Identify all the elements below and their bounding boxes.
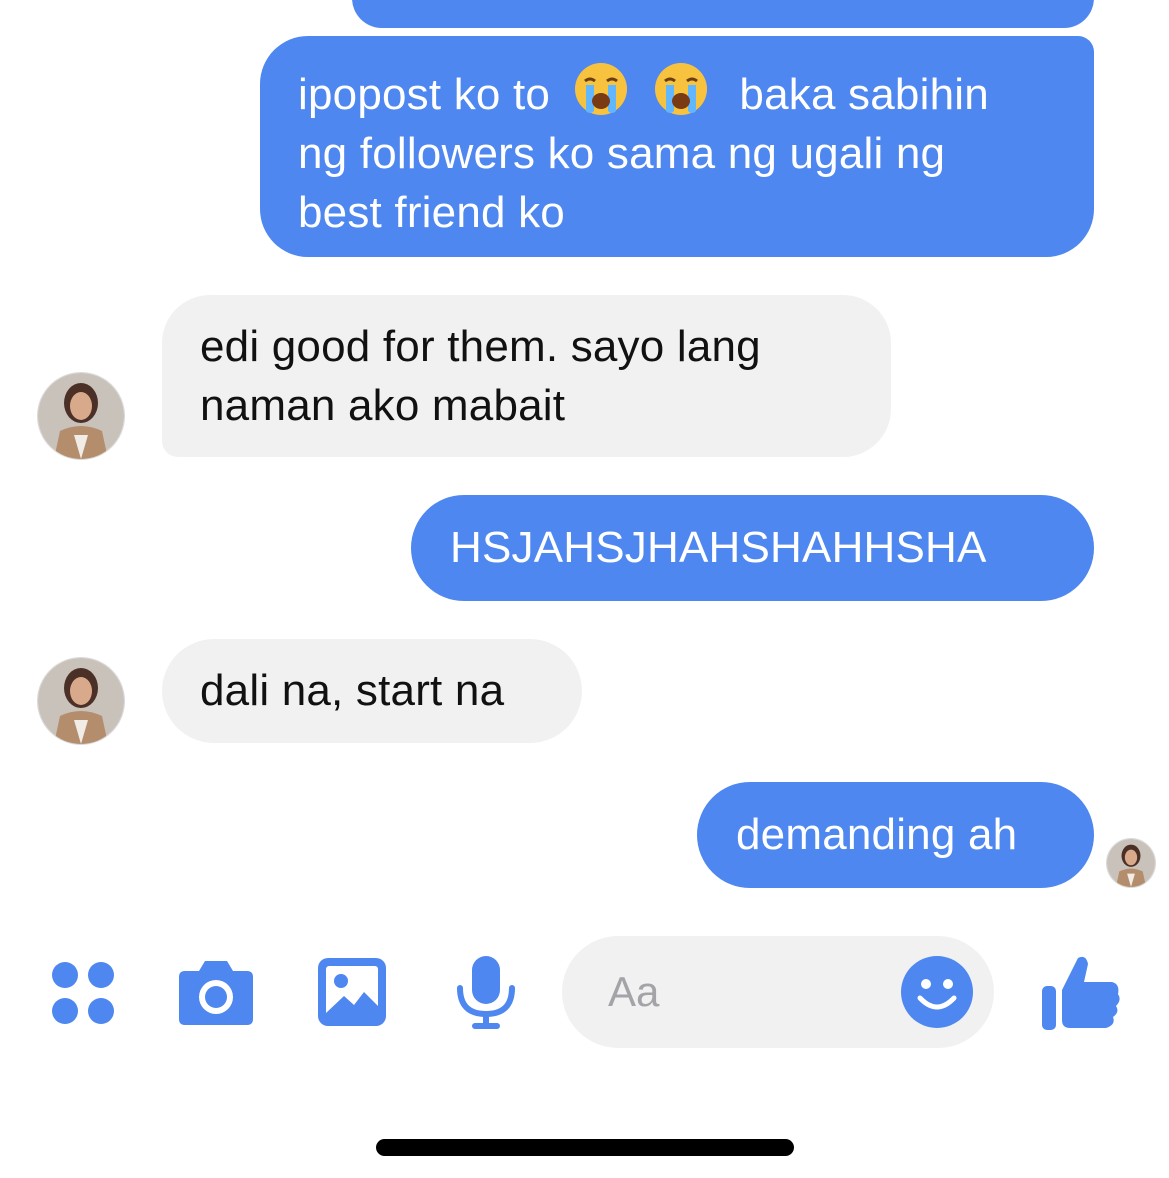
read-receipt-avatar xyxy=(1107,839,1155,887)
message-line: edi good for them. sayo lang xyxy=(200,322,761,371)
message-line: best friend ko xyxy=(298,188,565,237)
message-bubble-received[interactable]: edi good for them. sayo lang naman ako m… xyxy=(162,295,891,457)
camera-icon[interactable] xyxy=(177,957,255,1027)
message-text: demanding ah xyxy=(736,810,1018,859)
image-icon[interactable] xyxy=(318,958,386,1026)
message-line: ipopost ko to baka sabihin xyxy=(298,61,1056,124)
home-indicator[interactable] xyxy=(376,1139,794,1156)
message-text: dali na, start na xyxy=(200,666,505,715)
message-bubble-sent[interactable]: demanding ah xyxy=(697,782,1094,888)
friend-avatar[interactable] xyxy=(38,658,124,744)
message-text: HSJAHSJHAHSHAHHSHA xyxy=(450,523,987,572)
message-text: ipopost ko to xyxy=(298,70,551,119)
message-line: naman ako mabait xyxy=(200,381,566,430)
message-bubble-received[interactable]: dali na, start na xyxy=(162,639,582,743)
message-bubble-sent[interactable]: HSJAHSJHAHSHAHHSHA xyxy=(411,495,1094,601)
loudly-crying-face-icon xyxy=(653,61,709,117)
apps-icon[interactable] xyxy=(50,960,116,1026)
message-bubble-sent[interactable]: ipopost ko to baka sabihin ng followers … xyxy=(260,36,1094,257)
message-text: baka sabihin xyxy=(739,70,989,119)
loudly-crying-face-icon xyxy=(573,61,629,117)
message-bubble-sent-partial[interactable] xyxy=(352,0,1094,28)
microphone-icon[interactable] xyxy=(455,954,517,1030)
friend-avatar[interactable] xyxy=(38,373,124,459)
emoji-icon[interactable] xyxy=(901,956,973,1028)
message-input[interactable]: Aa xyxy=(562,936,994,1048)
message-input-placeholder: Aa xyxy=(608,968,660,1015)
message-line: ng followers ko sama ng ugali ng xyxy=(298,129,946,178)
like-icon[interactable] xyxy=(1040,952,1120,1032)
